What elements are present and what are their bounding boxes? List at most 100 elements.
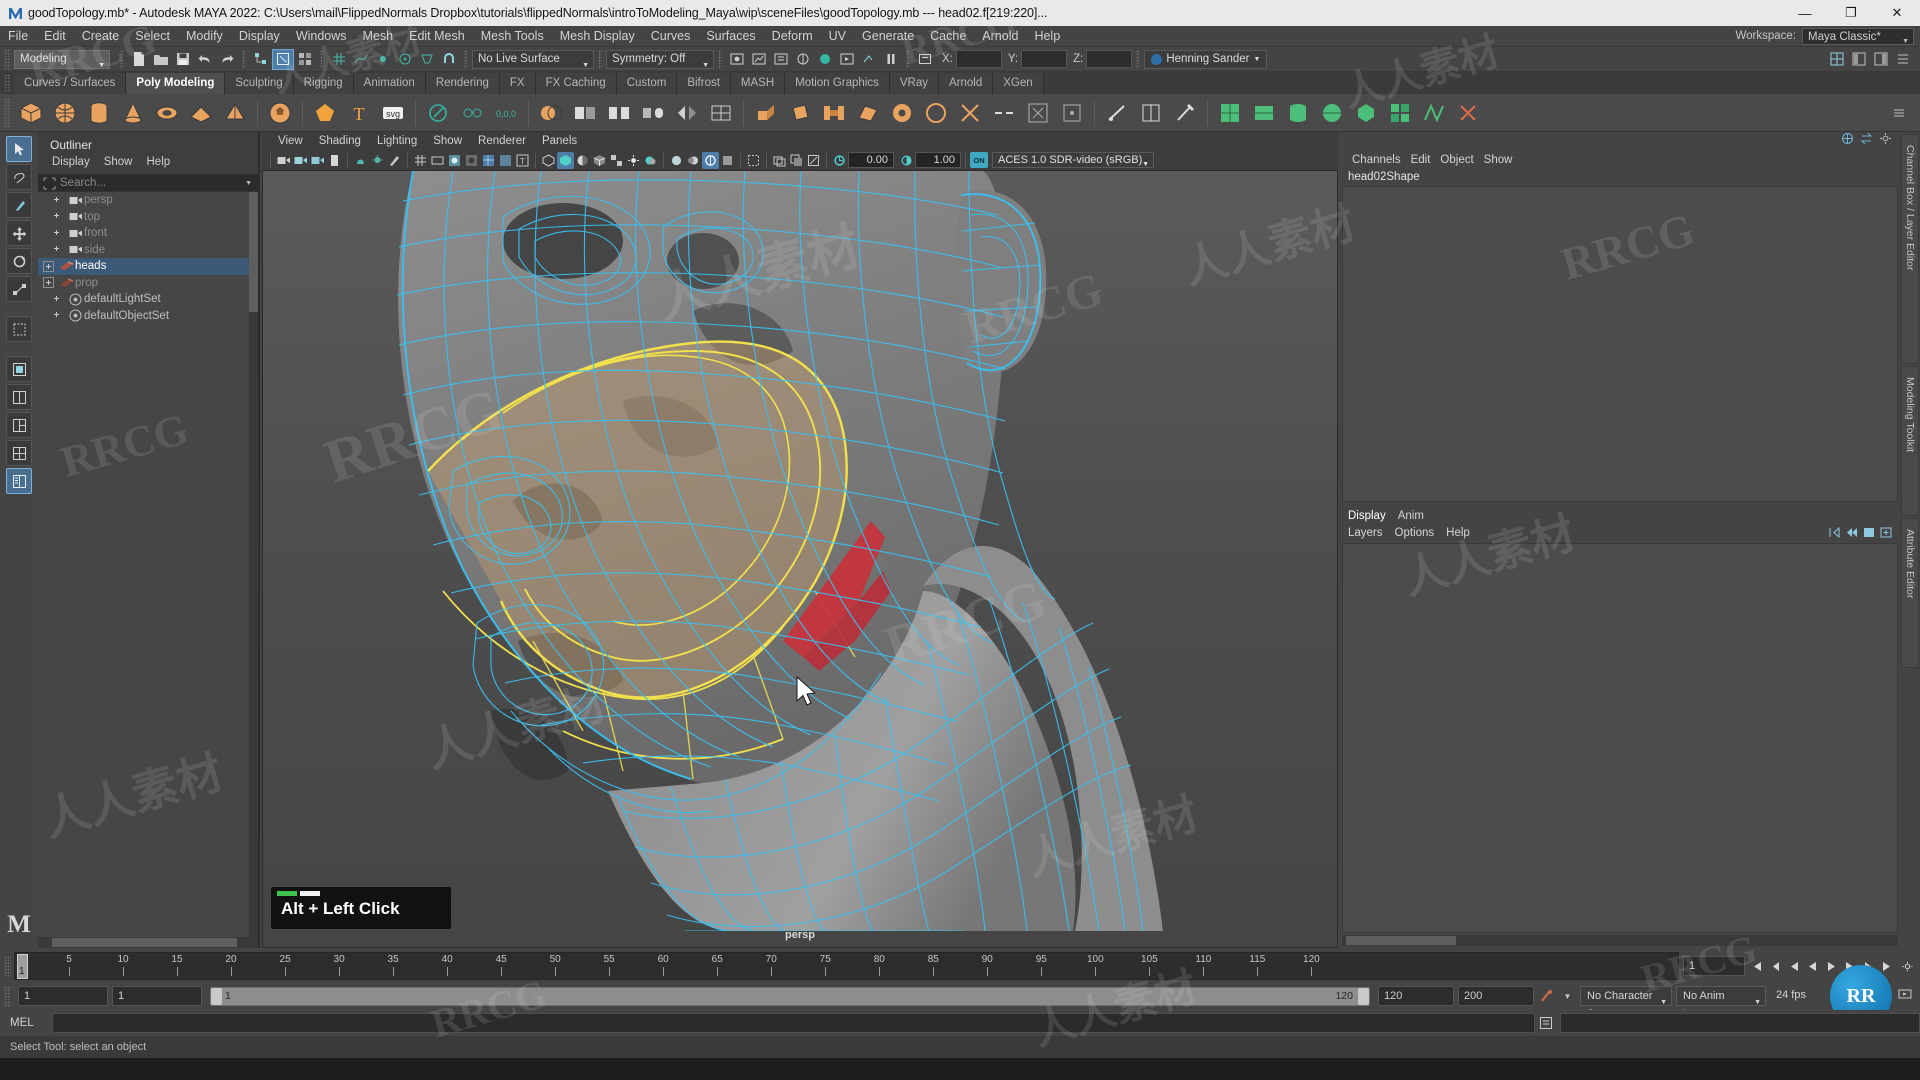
fps-select[interactable]: 24 fps	[1770, 986, 1826, 1006]
menu-mesh-display[interactable]: Mesh Display	[552, 26, 643, 47]
film-gate-icon[interactable]	[429, 152, 446, 169]
render-sequence-button[interactable]	[836, 49, 858, 70]
viewport-menu-panels[interactable]: Panels	[534, 135, 585, 147]
select-camera-icon[interactable]	[275, 152, 292, 169]
drag-handle-icon[interactable]	[4, 986, 11, 1007]
poly-cone-icon[interactable]	[118, 98, 148, 128]
outliner-item-top[interactable]: top	[38, 209, 258, 226]
viewport-menu-lighting[interactable]: Lighting	[369, 135, 425, 147]
shelf-tab-sculpting[interactable]: Sculpting	[225, 73, 293, 94]
use-default-light-icon[interactable]	[625, 152, 642, 169]
layer-menu-help[interactable]: Help	[1446, 527, 1470, 541]
go-to-start-icon[interactable]	[1747, 956, 1764, 976]
maximize-button[interactable]: ❐	[1828, 0, 1874, 26]
move-tool-button[interactable]	[6, 220, 32, 246]
menu-select[interactable]: Select	[127, 26, 178, 47]
range-slider-track[interactable]: 1 120	[210, 987, 1370, 1006]
exposure-icon[interactable]	[831, 152, 848, 169]
menu-uv[interactable]: UV	[821, 26, 854, 47]
mirror-icon[interactable]	[672, 98, 702, 128]
menu-edit-mesh[interactable]: Edit Mesh	[401, 26, 473, 47]
layer-horizontal-scrollbar[interactable]	[1342, 935, 1898, 946]
shelf-tab-bifrost[interactable]: Bifrost	[677, 73, 731, 94]
snap-view-plane-button[interactable]	[416, 49, 438, 70]
search-input[interactable]: Search...	[60, 177, 106, 189]
drag-handle-icon[interactable]	[4, 49, 11, 70]
current-time-field[interactable]: 1	[1683, 956, 1745, 976]
shelf-tab-mash[interactable]: MASH	[731, 73, 785, 94]
color-management-toggle[interactable]: ON	[970, 152, 988, 168]
symmetry-select[interactable]: Symmetry: Off ▼	[606, 50, 714, 69]
menu-mesh[interactable]: Mesh	[355, 26, 402, 47]
color-space-select[interactable]: ACES 1.0 SDR-video (sRGB) ▼	[992, 152, 1154, 168]
bridge-icon[interactable]	[819, 98, 849, 128]
outliner-toggle[interactable]	[1892, 49, 1914, 70]
isolate-select-icon[interactable]	[745, 152, 762, 169]
three-view-layout-button[interactable]	[6, 412, 32, 438]
grid-toggle-icon[interactable]	[412, 152, 429, 169]
outliner-item-defaultobjectset[interactable]: defaultObjectSet	[38, 308, 258, 325]
layer-tab-anim[interactable]: Anim	[1398, 510, 1424, 522]
y-field[interactable]	[1021, 50, 1067, 68]
layer-tab-display[interactable]: Display	[1348, 510, 1386, 522]
poly-sphere-icon[interactable]	[50, 98, 80, 128]
menu-display[interactable]: Display	[231, 26, 288, 47]
outliner-item-front[interactable]: front	[38, 225, 258, 242]
select-hierarchy-button[interactable]	[250, 49, 272, 70]
shelf-tab-fx-caching[interactable]: FX Caching	[536, 73, 617, 94]
range-start-field[interactable]: 1	[18, 986, 108, 1006]
menu-set-select[interactable]: Modeling ▼	[14, 50, 110, 69]
circularize-icon[interactable]	[921, 98, 951, 128]
gamma-icon[interactable]	[898, 152, 915, 169]
live-surface-select[interactable]: No Live Surface ▼	[472, 50, 594, 69]
poly-torus-icon[interactable]	[152, 98, 182, 128]
channel-box-toggle[interactable]	[1870, 49, 1892, 70]
extrude-icon[interactable]	[751, 98, 781, 128]
merge-icon[interactable]	[1023, 98, 1053, 128]
outliner-menu-show[interactable]: Show	[98, 155, 139, 172]
pause-button[interactable]	[880, 49, 902, 70]
type-tool-icon[interactable]: T	[344, 98, 374, 128]
four-view-layout-button[interactable]	[6, 440, 32, 466]
ambient-occlusion-icon[interactable]	[668, 152, 685, 169]
uv-editor-icon[interactable]	[1215, 98, 1245, 128]
snap-to-magnet-button[interactable]	[438, 49, 460, 70]
scrollbar-thumb[interactable]	[1346, 936, 1456, 945]
uv-cylindrical-icon[interactable]	[1283, 98, 1313, 128]
play-backwards-icon[interactable]	[1804, 956, 1821, 976]
shelf-tab-curves-surfaces[interactable]: Curves / Surfaces	[14, 73, 126, 94]
viewport-menu-renderer[interactable]: Renderer	[470, 135, 534, 147]
target-weld-icon[interactable]	[1136, 98, 1166, 128]
smooth-shade-all-icon[interactable]	[557, 152, 574, 169]
step-back-key-icon[interactable]	[1766, 956, 1783, 976]
uv-spherical-icon[interactable]	[1317, 98, 1347, 128]
multi-cut-icon[interactable]	[1102, 98, 1132, 128]
bevel-icon[interactable]	[785, 98, 815, 128]
grab-viewport-icon[interactable]	[788, 152, 805, 169]
uv-cut-icon[interactable]	[1453, 98, 1483, 128]
menu-windows[interactable]: Windows	[288, 26, 355, 47]
shaded-icon[interactable]	[463, 152, 480, 169]
shelf-tab-xgen[interactable]: XGen	[993, 73, 1043, 94]
shelf-tab-rendering[interactable]: Rendering	[426, 73, 500, 94]
exposure-field[interactable]: 0.00	[848, 152, 894, 168]
step-back-frame-icon[interactable]	[1785, 956, 1802, 976]
two-sided-lighting-icon[interactable]	[352, 152, 369, 169]
two-view-layout-button[interactable]	[6, 384, 32, 410]
depth-of-field-icon[interactable]	[719, 152, 736, 169]
show-manipulator-icon[interactable]	[1841, 132, 1854, 150]
time-slider-track[interactable]: 1 51015202530354045505560657075808590951…	[14, 952, 1679, 980]
hardware-texturing-icon[interactable]	[574, 152, 591, 169]
select-component-button[interactable]	[294, 49, 316, 70]
quad-draw-icon[interactable]	[1170, 98, 1200, 128]
outliner-item-heads[interactable]: heads	[38, 258, 258, 275]
open-scene-button[interactable]	[150, 49, 172, 70]
wireframe-on-shaded-icon[interactable]	[591, 152, 608, 169]
use-all-lights-icon[interactable]	[369, 152, 386, 169]
menu-help[interactable]: Help	[1026, 26, 1068, 47]
layer-menu-layers[interactable]: Layers	[1348, 527, 1383, 541]
select-tool-button[interactable]	[6, 136, 32, 162]
shelf-tab-rigging[interactable]: Rigging	[294, 73, 354, 94]
modeling-toolkit-toggle[interactable]	[1826, 49, 1848, 70]
shadow-toggle-icon[interactable]	[642, 152, 659, 169]
